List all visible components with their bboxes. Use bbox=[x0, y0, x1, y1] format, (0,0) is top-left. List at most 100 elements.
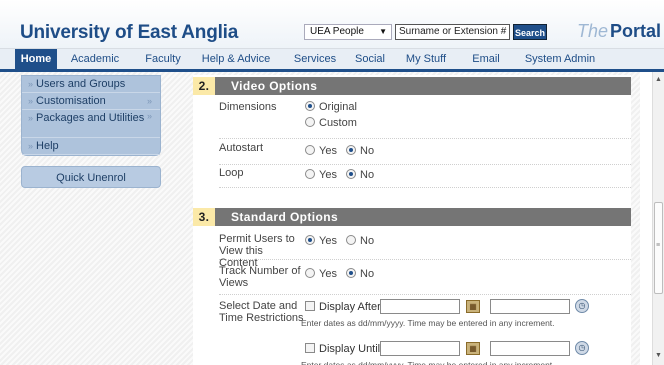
display-after-checkbox[interactable] bbox=[305, 301, 315, 311]
display-until-checkbox[interactable] bbox=[305, 343, 315, 353]
radio-yes[interactable] bbox=[305, 169, 315, 179]
dimensions-row: Dimensions Original Custom bbox=[219, 99, 631, 139]
track-label: Track Number of Views bbox=[219, 265, 301, 289]
sidebar-item-label: Packages and Utilities bbox=[36, 112, 145, 124]
chevron-down-icon: ▼ bbox=[379, 27, 387, 36]
bullet-icon: » bbox=[28, 113, 34, 123]
option-label: No bbox=[360, 235, 375, 247]
option-custom[interactable]: Custom bbox=[305, 117, 357, 133]
bullet-icon: » bbox=[28, 96, 34, 106]
autostart-options: Yes No bbox=[305, 145, 380, 157]
radio-no[interactable] bbox=[346, 235, 357, 245]
permit-row: Permit Users to View this Content Yes No bbox=[219, 232, 631, 269]
scroll-down-arrow-icon[interactable]: ▼ bbox=[653, 352, 664, 362]
display-after-checkbox-wrap[interactable]: Display After bbox=[305, 301, 381, 313]
track-row: Track Number of Views Yes No bbox=[219, 263, 631, 295]
page: University of East Anglia UEA People ▼ S… bbox=[0, 0, 664, 365]
scroll-up-arrow-icon[interactable]: ▲ bbox=[653, 76, 664, 86]
radio-yes[interactable] bbox=[305, 145, 315, 155]
display-after-date-input[interactable] bbox=[380, 299, 460, 314]
loop-no[interactable]: No bbox=[346, 169, 374, 181]
loop-row: Loop Yes No bbox=[219, 165, 631, 188]
sidebar-item-label: Customisation bbox=[36, 95, 106, 107]
permit-no[interactable]: No bbox=[346, 235, 374, 247]
scroll-thumb[interactable]: ≡ bbox=[654, 202, 663, 294]
sidebar-item-users-and-groups[interactable]: » Users and Groups bbox=[22, 76, 160, 93]
option-label: Original bbox=[319, 101, 357, 113]
option-original[interactable]: Original bbox=[305, 101, 357, 117]
tab-help-advice[interactable]: Help & Advice bbox=[196, 49, 276, 69]
date-hint: Enter dates as dd/mm/yyyy. Time may be e… bbox=[301, 360, 555, 365]
display-until-time-input[interactable] bbox=[490, 341, 570, 356]
date-restrictions-label: Select Date and Time Restrictions bbox=[219, 300, 304, 324]
bullet-icon: » bbox=[28, 79, 34, 89]
portal-logo-prefix: The bbox=[577, 21, 609, 41]
autostart-no[interactable]: No bbox=[346, 145, 374, 157]
clock-icon[interactable]: ◷ bbox=[575, 299, 589, 313]
tab-email[interactable]: Email bbox=[465, 49, 507, 69]
radio-original[interactable] bbox=[305, 101, 315, 111]
search-input[interactable]: Surname or Extension # bbox=[395, 24, 510, 40]
section-header-standard: 3. Standard Options bbox=[193, 208, 631, 226]
loop-yes[interactable]: Yes bbox=[305, 169, 337, 181]
autostart-label: Autostart bbox=[219, 142, 264, 154]
option-label: Custom bbox=[319, 117, 357, 129]
tab-academic[interactable]: Academic bbox=[67, 49, 123, 69]
sidebar-item-help[interactable]: » Help bbox=[22, 138, 160, 155]
option-label: Yes bbox=[319, 235, 337, 247]
radio-no[interactable] bbox=[346, 145, 357, 155]
header-bar: University of East Anglia UEA People ▼ S… bbox=[0, 0, 664, 49]
vertical-scrollbar[interactable]: ▲ ≡ ▼ bbox=[652, 72, 664, 365]
tab-my-stuff[interactable]: My Stuff bbox=[400, 49, 452, 69]
tab-social[interactable]: Social bbox=[352, 49, 388, 69]
permit-options: Yes No bbox=[305, 235, 380, 247]
university-title[interactable]: University of East Anglia bbox=[20, 22, 238, 44]
display-until-checkbox-wrap[interactable]: Display Until bbox=[305, 343, 380, 355]
search-button[interactable]: Search bbox=[513, 24, 547, 40]
expand-arrow-icon: » bbox=[146, 96, 152, 106]
loop-label: Loop bbox=[219, 167, 244, 179]
display-after-label: Display After bbox=[319, 301, 381, 313]
people-select-value: UEA People bbox=[310, 26, 364, 37]
dimensions-label: Dimensions bbox=[219, 101, 277, 113]
sidebar-item-packages-utilities[interactable]: » Packages and Utilities » bbox=[22, 110, 160, 138]
portal-logo[interactable]: The Portal bbox=[577, 21, 661, 42]
date-restrictions-row: Select Date and Time Restrictions Displa… bbox=[219, 298, 631, 365]
section-title: Video Options bbox=[231, 79, 318, 93]
permit-yes[interactable]: Yes bbox=[305, 235, 337, 247]
content-area: 2. Video Options Dimensions Original Cust… bbox=[193, 75, 631, 365]
people-select[interactable]: UEA People ▼ bbox=[304, 24, 392, 40]
tab-faculty[interactable]: Faculty bbox=[140, 49, 186, 69]
option-label: No bbox=[360, 169, 375, 181]
autostart-yes[interactable]: Yes bbox=[305, 145, 337, 157]
track-yes[interactable]: Yes bbox=[305, 268, 337, 280]
portal-logo-name: Portal bbox=[610, 21, 662, 41]
option-label: No bbox=[360, 145, 375, 157]
bullet-icon: » bbox=[28, 141, 34, 151]
radio-custom[interactable] bbox=[305, 117, 315, 127]
radio-yes[interactable] bbox=[305, 235, 315, 245]
display-after-time-input[interactable] bbox=[490, 299, 570, 314]
content-gutter bbox=[640, 72, 652, 365]
section-number: 2. bbox=[193, 77, 215, 95]
radio-no[interactable] bbox=[346, 268, 357, 278]
option-label: Yes bbox=[319, 145, 337, 157]
radio-no[interactable] bbox=[346, 169, 357, 179]
sidebar-item-label: Help bbox=[36, 140, 59, 152]
display-until-date-input[interactable] bbox=[380, 341, 460, 356]
grip-icon: ≡ bbox=[656, 242, 661, 249]
section-title: Standard Options bbox=[231, 210, 339, 224]
clock-icon[interactable]: ◷ bbox=[575, 341, 589, 355]
calendar-icon[interactable]: ▦ bbox=[466, 300, 480, 313]
sidebar-item-customisation[interactable]: » Customisation » bbox=[22, 93, 160, 110]
tab-home[interactable]: Home bbox=[15, 49, 57, 72]
tab-system-admin[interactable]: System Admin bbox=[520, 49, 600, 69]
radio-yes[interactable] bbox=[305, 268, 315, 278]
track-no[interactable]: No bbox=[346, 268, 374, 280]
option-label: Yes bbox=[319, 169, 337, 181]
calendar-icon[interactable]: ▦ bbox=[466, 342, 480, 355]
sidebar-menu: » Users and Groups » Customisation » » Pack… bbox=[21, 75, 161, 156]
quick-unenrol-button[interactable]: Quick Unenrol bbox=[21, 166, 161, 188]
tab-services[interactable]: Services bbox=[289, 49, 341, 69]
section-header-video: 2. Video Options bbox=[193, 77, 631, 95]
